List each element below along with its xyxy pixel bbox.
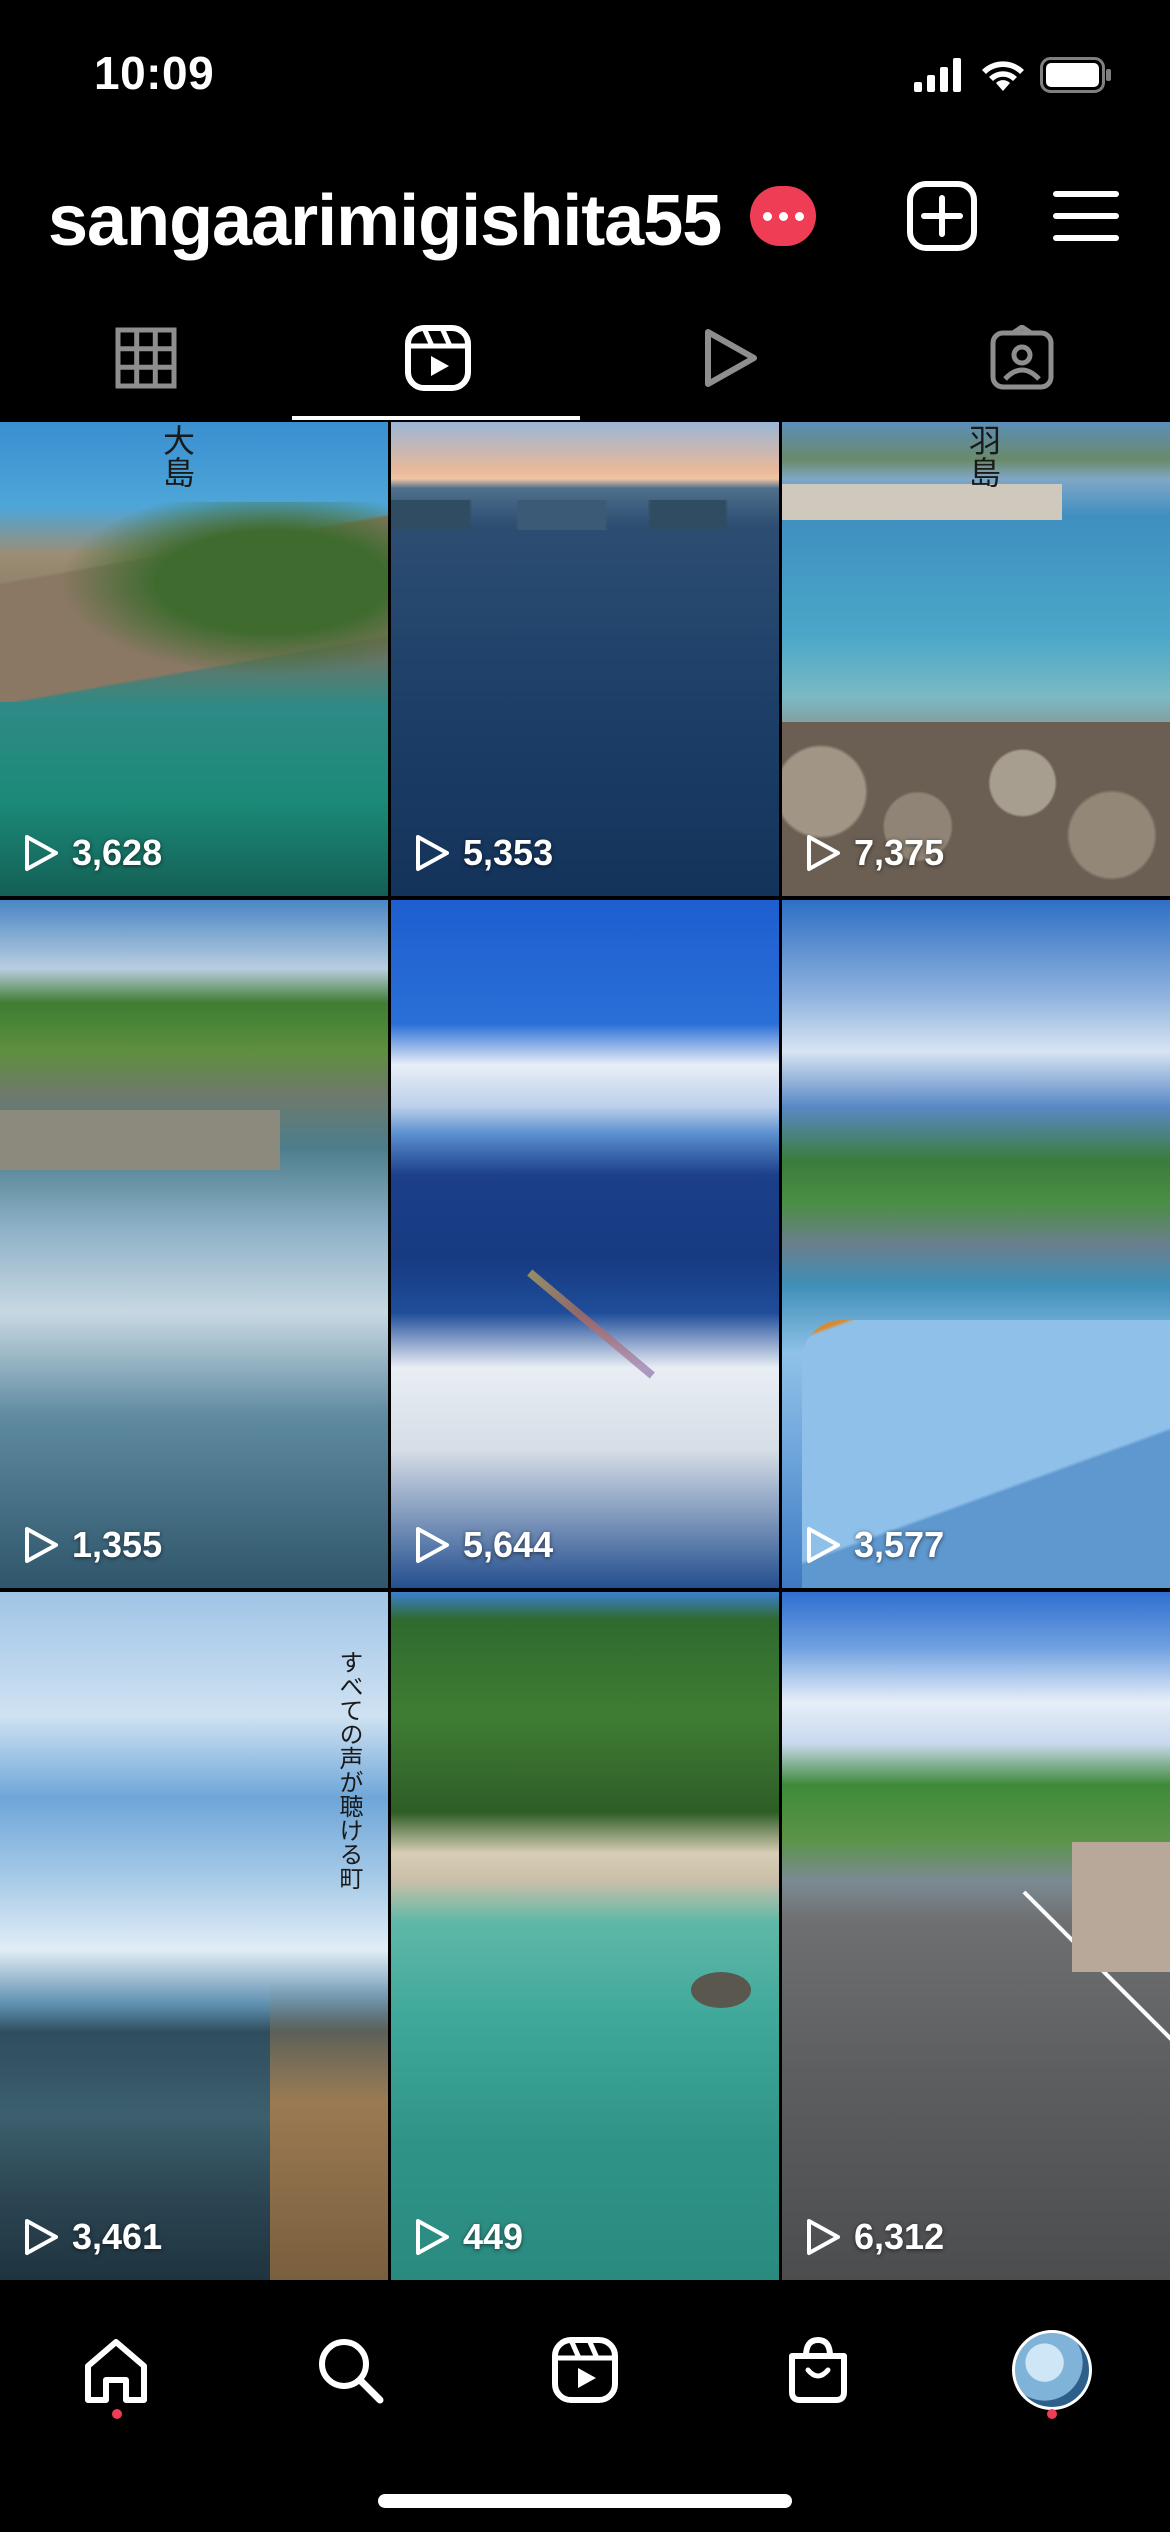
reel-view-count: 5,644 [413,1524,553,1566]
reel-views: 3,577 [854,1524,945,1565]
home-indicator[interactable] [378,2494,792,2508]
nav-profile[interactable] [1002,2320,1102,2420]
reel-overlay-text: 羽島 [964,424,1002,488]
profile-header: sangaarimigishita55 [0,150,1170,290]
play-icon [807,1527,840,1563]
menu-button[interactable] [1046,176,1126,256]
tab-tagged[interactable] [876,296,1168,420]
reel-tile[interactable]: 449 [391,1592,779,2280]
reels-icon [552,2337,618,2403]
more-options-badge[interactable] [750,186,816,246]
nav-reels[interactable] [535,2320,635,2420]
reel-tile[interactable]: 5,353 [391,422,779,896]
reel-overlay-text: すべての声が聴ける町 [335,1650,363,1890]
wifi-icon [982,61,1024,91]
plus-square-icon [907,181,977,251]
signal-icon [914,58,961,92]
reel-view-count: 3,577 [804,1524,944,1566]
play-icon [25,2219,58,2255]
reels-grid: 大島 3,628 5,353 羽島 7,375 1,355 5,644 3,57… [0,422,1170,2280]
hamburger-menu-icon [1053,191,1119,241]
play-icon [25,835,58,871]
play-icon [416,1527,449,1563]
nav-search[interactable] [300,2320,400,2420]
play-icon [705,329,757,387]
tab-videos[interactable] [584,296,876,420]
play-icon [416,2219,449,2255]
avatar [1012,2330,1092,2410]
reel-tile[interactable]: 羽島 7,375 [782,422,1170,896]
reel-tile[interactable]: 3,577 [782,900,1170,1588]
reel-views: 5,353 [463,832,554,873]
reel-view-count: 1,355 [22,1524,162,1566]
home-icon [85,2339,147,2403]
tab-grid[interactable] [0,296,292,420]
reel-view-count: 3,628 [22,832,162,874]
reel-tile[interactable]: 6,312 [782,1592,1170,2280]
home-notification-dot [112,2409,122,2419]
search-icon [319,2339,384,2404]
status-time: 10:09 [94,47,215,99]
reel-views: 3,628 [72,832,163,873]
status-bar: 10:09 [0,0,1170,150]
play-icon [25,1527,58,1563]
reel-view-count: 6,312 [804,2216,944,2258]
reel-tile[interactable]: すべての声が聴ける町 3,461 [0,1592,388,2280]
reel-view-count: 449 [413,2216,523,2258]
reel-view-count: 3,461 [22,2216,162,2258]
play-icon [807,2219,840,2255]
create-post-button[interactable] [902,176,982,256]
reel-view-count: 5,353 [413,832,553,874]
reel-views: 5,644 [463,1524,554,1565]
play-icon [416,835,449,871]
nav-shop[interactable] [768,2320,868,2420]
selected-tab-indicator [292,416,580,420]
reel-views: 6,312 [854,2216,945,2257]
tagged-person-icon [990,325,1054,390]
status-icons [914,52,1112,98]
profile-tabs [0,296,1170,420]
reel-views: 3,461 [72,2216,163,2257]
nav-home[interactable] [66,2320,166,2420]
tab-reels[interactable] [292,296,584,420]
reel-tile[interactable]: 5,644 [391,900,779,1588]
reel-view-count: 7,375 [804,832,944,874]
reel-tile[interactable]: 大島 3,628 [0,422,388,896]
reel-overlay-text: 大島 [158,424,196,488]
reels-icon [405,325,471,391]
shop-bag-icon [789,2336,847,2403]
reel-views: 449 [463,2216,524,2257]
profile-username[interactable]: sangaarimigishita55 [48,180,722,262]
battery-icon [1040,57,1111,93]
grid-icon [115,327,177,389]
reel-tile[interactable]: 1,355 [0,900,388,1588]
play-icon [807,835,840,871]
profile-notification-dot [1047,2409,1057,2419]
reel-views: 7,375 [854,832,945,873]
reel-views: 1,355 [72,1524,163,1565]
